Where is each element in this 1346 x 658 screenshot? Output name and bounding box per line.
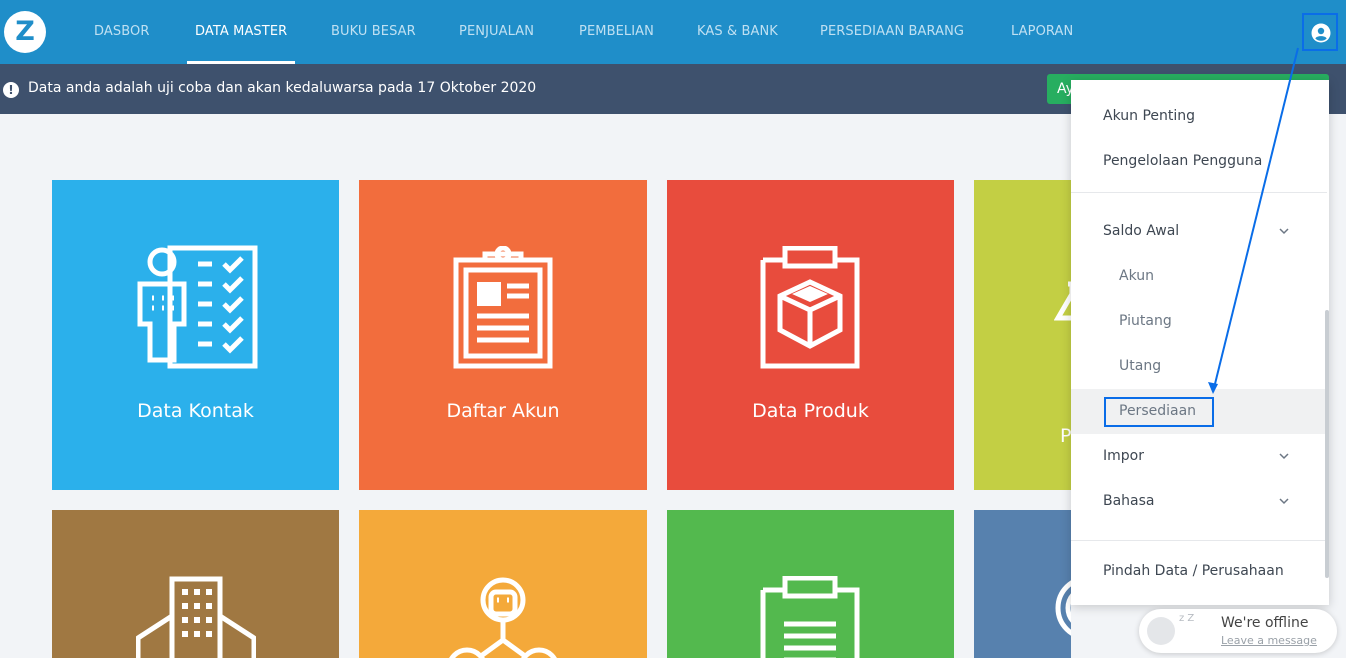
chat-offline-widget[interactable]: z Z We're offline Leave a message [1139, 609, 1337, 653]
clipboard-document-icon [453, 246, 553, 369]
nav-persediaan-barang[interactable]: PERSEDIAAN BARANG [820, 0, 964, 64]
tile-label: P [1060, 425, 1071, 447]
nav-pembelian[interactable]: PEMBELIAN [579, 0, 654, 64]
leave-message-link[interactable]: Leave a message [1221, 634, 1317, 647]
chevron-down-icon [1279, 453, 1289, 460]
dropdown-scrollbar[interactable] [1325, 310, 1329, 578]
menu-akun-penting[interactable]: Akun Penting [1071, 94, 1327, 139]
contact-checklist-icon [137, 245, 258, 369]
tile-partial[interactable]: P [974, 180, 1071, 490]
menu-label: Piutang [1119, 313, 1172, 329]
clipboard-box-icon [760, 246, 860, 369]
chat-offline-title: We're offline [1221, 615, 1309, 631]
user-menu-button[interactable] [1302, 13, 1338, 51]
menu-impor[interactable]: Impor [1071, 434, 1327, 479]
tile-data-produk[interactable]: Data Produk [667, 180, 954, 490]
menu-divider [1071, 192, 1327, 193]
user-dropdown-menu: Akun Penting Pengelolaan Pengguna Saldo … [1071, 80, 1329, 605]
menu-saldo-piutang[interactable]: Piutang [1071, 299, 1327, 344]
user-circle-icon [1311, 23, 1331, 43]
menu-pindah-data[interactable]: Pindah Data / Perusahaan [1071, 549, 1327, 594]
chat-avatar [1147, 617, 1175, 645]
menu-label: Akun [1119, 268, 1154, 284]
chevron-down-icon [1279, 228, 1289, 235]
chevron-down-icon [1279, 498, 1289, 505]
menu-label: Impor [1103, 448, 1144, 464]
tile-people[interactable] [359, 510, 647, 658]
menu-saldo-awal[interactable]: Saldo Awal [1071, 209, 1327, 254]
menu-bahasa[interactable]: Bahasa [1071, 479, 1327, 524]
menu-label: Pindah Data / Perusahaan [1103, 563, 1284, 579]
nav-kas-bank[interactable]: KAS & BANK [697, 0, 778, 64]
zahir-logo[interactable]: Z [4, 11, 46, 53]
tile-label: Daftar Akun [446, 400, 560, 422]
people-network-icon [449, 577, 557, 658]
sleep-icon: z Z [1179, 613, 1195, 624]
menu-label: Bahasa [1103, 493, 1155, 509]
flask-icon [1054, 281, 1071, 321]
menu-pengelolaan-pengguna[interactable]: Pengelolaan Pengguna [1071, 139, 1327, 184]
tile-daftar-akun[interactable]: Daftar Akun [359, 180, 647, 490]
tile-building[interactable] [52, 510, 339, 658]
clipboard-list-icon [760, 576, 860, 658]
tile-coins[interactable] [974, 510, 1071, 658]
exclamation-icon: ! [3, 82, 19, 98]
tile-label: Data Produk [752, 400, 869, 422]
persediaan-highlight-box [1104, 397, 1214, 427]
nav-data-master[interactable]: DATA MASTER [186, 0, 296, 64]
coins-icon [1055, 580, 1071, 636]
menu-divider [1071, 540, 1327, 541]
nav-buku-besar[interactable]: BUKU BESAR [331, 0, 416, 64]
menu-label: Utang [1119, 358, 1162, 374]
menu-label: Saldo Awal [1103, 223, 1180, 239]
nav-dasbor[interactable]: DASBOR [94, 0, 149, 64]
tile-label: Data Kontak [137, 400, 254, 422]
trial-alert-text: Data anda adalah uji coba dan akan kedal… [28, 80, 537, 96]
building-icon [136, 576, 256, 658]
menu-saldo-akun[interactable]: Akun [1071, 254, 1327, 299]
menu-label: Pengelolaan Pengguna [1103, 153, 1263, 169]
top-navbar: Z DASBOR DATA MASTER BUKU BESAR PENJUALA… [0, 0, 1346, 64]
nav-laporan[interactable]: LAPORAN [1011, 0, 1073, 64]
menu-saldo-utang[interactable]: Utang [1071, 344, 1327, 389]
nav-penjualan[interactable]: PENJUALAN [459, 0, 534, 64]
menu-label: Akun Penting [1103, 108, 1196, 124]
tile-data-kontak[interactable]: Data Kontak [52, 180, 339, 490]
tile-list[interactable] [667, 510, 954, 658]
